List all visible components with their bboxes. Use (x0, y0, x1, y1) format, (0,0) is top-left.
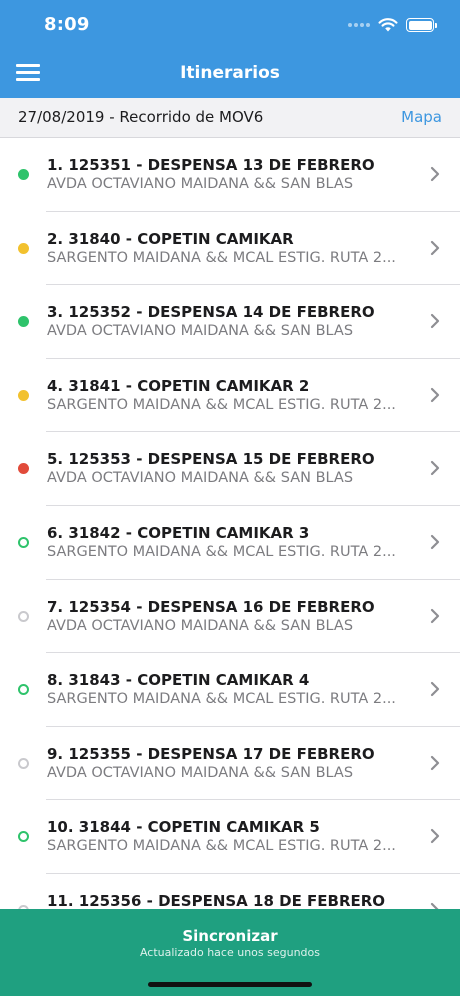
battery-icon (406, 18, 437, 32)
status-icons (348, 16, 437, 34)
status-dot-icon (18, 463, 29, 475)
chevron-right-icon (430, 608, 440, 623)
itinerary-row[interactable]: 4. 31841 - COPETIN CAMIKAR 2 SARGENTO MAI… (0, 359, 460, 433)
route-title: 27/08/2019 - Recorrido de MOV6 (18, 108, 264, 126)
sync-label: Sincronizar (182, 927, 278, 945)
itinerary-row[interactable]: 1. 125351 - DESPENSA 13 DE FEBRERO AVDA O… (0, 138, 460, 212)
stop-title: 4. 31841 - COPETIN CAMIKAR 2 (47, 376, 310, 395)
stop-title: 6. 31842 - COPETIN CAMIKAR 3 (47, 523, 310, 542)
status-dot-icon (18, 316, 29, 328)
stop-title: 1. 125351 - DESPENSA 13 DE FEBRERO (47, 156, 375, 174)
status-dot-icon (18, 757, 29, 769)
stop-title: 7. 125354 - DESPENSA 16 DE FEBRERO (47, 597, 375, 616)
itinerary-row[interactable]: 2. 31840 - COPETIN CAMIKAR SARGENTO MAIDA… (0, 212, 460, 286)
stop-address: SARGENTO MAIDANA && MCAL ESTIG. RUTA 2..… (47, 691, 396, 708)
chevron-right-icon (430, 755, 440, 770)
stop-title: 8. 31843 - COPETIN CAMIKAR 4 (47, 671, 310, 690)
status-dot-icon (18, 242, 29, 254)
wifi-icon (378, 17, 398, 31)
chevron-right-icon (430, 166, 440, 182)
status-dot-icon (18, 169, 29, 180)
stop-address: AVDA OCTAVIANO MAIDANA && SAN BLAS (47, 323, 354, 340)
stop-address: SARGENTO MAIDANA && MCAL ESTIG. RUTA 2..… (47, 249, 396, 266)
itinerary-row[interactable]: 5. 125353 - DESPENSA 15 DE FEBRERO AVDA O… (0, 432, 460, 506)
status-dot-icon (18, 610, 29, 622)
stop-address: SARGENTO MAIDANA && MCAL ESTIG. RUTA 2..… (47, 838, 396, 855)
itinerary-row[interactable]: 7. 125354 - DESPENSA 16 DE FEBRERO AVDA O… (0, 580, 460, 654)
status-dot-icon (18, 831, 29, 843)
itinerary-row[interactable]: 6. 31842 - COPETIN CAMIKAR 3 SARGENTO MAI… (0, 506, 460, 580)
map-link[interactable]: Mapa (401, 108, 442, 126)
status-dot-icon (18, 536, 29, 548)
stop-address: AVDA OCTAVIANO MAIDANA && SAN BLAS (47, 470, 354, 487)
chevron-right-icon (430, 829, 440, 844)
navigation-bar: Itinerarios (0, 50, 460, 98)
stop-title: 9. 125355 - DESPENSA 17 DE FEBRERO (47, 744, 375, 763)
itinerary-row[interactable]: 11. 125356 - DESPENSA 18 DE FEBRERO (0, 874, 460, 910)
stop-title: 3. 125352 - DESPENSA 14 DE FEBRERO (47, 303, 375, 322)
itinerary-row[interactable]: 8. 31843 - COPETIN CAMIKAR 4 SARGENTO MAI… (0, 653, 460, 727)
stop-title: 10. 31844 - COPETIN CAMIKAR 5 (47, 818, 320, 837)
status-bar: 8:09 (0, 0, 460, 50)
status-dot-icon (18, 389, 29, 401)
chevron-right-icon (430, 461, 440, 476)
stop-address: AVDA OCTAVIANO MAIDANA && SAN BLAS (47, 617, 354, 634)
page-title: Itinerarios (180, 63, 280, 83)
stop-address: SARGENTO MAIDANA && MCAL ESTIG. RUTA 2..… (47, 396, 396, 413)
stop-address: AVDA OCTAVIANO MAIDANA && SAN BLAS (47, 176, 354, 192)
status-time: 8:09 (44, 14, 90, 35)
chevron-right-icon (430, 387, 440, 402)
itinerary-list: 1. 125351 - DESPENSA 13 DE FEBRERO AVDA O… (0, 138, 460, 910)
cellular-signal-icon (348, 23, 370, 27)
sync-button[interactable]: Sincronizar Actualizado hace unos segund… (0, 909, 460, 996)
route-header: 27/08/2019 - Recorrido de MOV6 Mapa (0, 98, 460, 138)
chevron-right-icon (430, 682, 440, 697)
stop-address: SARGENTO MAIDANA && MCAL ESTIG. RUTA 2..… (47, 543, 396, 560)
stop-title: 11. 125356 - DESPENSA 18 DE FEBRERO (47, 891, 386, 910)
chevron-right-icon (430, 240, 440, 255)
app-header: 8:09 Itinerarios (0, 0, 460, 98)
stop-title: 5. 125353 - DESPENSA 15 DE FEBRERO (47, 450, 375, 469)
status-dot-icon (18, 684, 29, 696)
chevron-right-icon (430, 534, 440, 550)
chevron-right-icon (430, 314, 440, 329)
home-indicator[interactable] (148, 982, 312, 987)
stop-title: 2. 31840 - COPETIN CAMIKAR (47, 229, 294, 248)
itinerary-row[interactable]: 10. 31844 - COPETIN CAMIKAR 5 SARGENTO MA… (0, 800, 460, 874)
itinerary-row[interactable]: 3. 125352 - DESPENSA 14 DE FEBRERO AVDA O… (0, 285, 460, 359)
stop-address: AVDA OCTAVIANO MAIDANA && SAN BLAS (47, 764, 354, 781)
sync-status: Actualizado hace unos segundos (139, 946, 321, 959)
itinerary-row[interactable]: 9. 125355 - DESPENSA 17 DE FEBRERO AVDA O… (0, 727, 460, 801)
